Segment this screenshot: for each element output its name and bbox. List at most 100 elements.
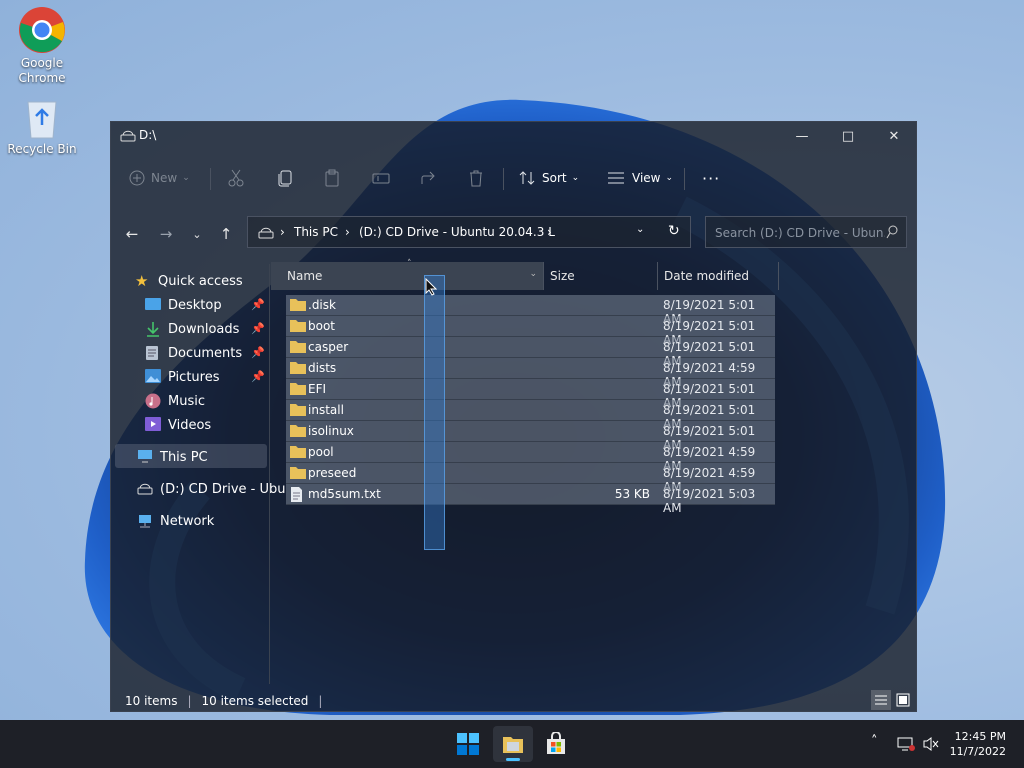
network-status-icon[interactable] bbox=[897, 736, 915, 755]
file-row[interactable]: preseed8/19/2021 4:59 AM bbox=[286, 463, 775, 494]
column-filter-chevron-icon[interactable]: ⌄ bbox=[529, 269, 537, 279]
address-bar[interactable]: › This PC › (D:) CD Drive - Ubuntu 20.04… bbox=[247, 216, 691, 248]
paste-button[interactable] bbox=[324, 164, 340, 192]
cut-button[interactable] bbox=[228, 164, 244, 192]
sidebar-item-videos[interactable]: Videos bbox=[145, 414, 211, 436]
microsoft-store-icon bbox=[547, 732, 565, 754]
folder-icon bbox=[290, 340, 306, 353]
up-arrow-icon[interactable]: ↑ bbox=[213, 222, 239, 246]
sidebar-item-network[interactable]: Network bbox=[137, 510, 214, 532]
start-button[interactable] bbox=[448, 726, 488, 762]
refresh-icon[interactable]: ↻ bbox=[668, 223, 680, 239]
sidebar-item-label: (D:) CD Drive - Ubu bbox=[160, 481, 286, 497]
active-indicator bbox=[506, 758, 520, 761]
share-icon bbox=[420, 170, 438, 186]
toolbar-divider bbox=[684, 168, 685, 190]
pane-splitter[interactable] bbox=[269, 264, 270, 684]
new-label: New bbox=[151, 171, 178, 185]
sort-arrows-icon bbox=[519, 170, 535, 186]
search-box[interactable]: Search (D:) CD Drive - Ubun... bbox=[705, 216, 907, 248]
minimize-button[interactable]: — bbox=[779, 122, 825, 150]
file-row[interactable]: boot8/19/2021 5:01 AM bbox=[286, 316, 775, 347]
file-name: .disk bbox=[308, 298, 336, 312]
title-bar[interactable]: D:\ — □ ✕ bbox=[111, 122, 916, 150]
breadcrumb-cd-drive[interactable]: (D:) CD Drive - Ubuntu 20.04.3 L bbox=[359, 225, 555, 239]
file-row[interactable]: md5sum.txt 53 KB 8/19/2021 5:03 AM bbox=[286, 484, 775, 515]
system-clock[interactable]: 12:45 PM 11/7/2022 bbox=[950, 729, 1006, 759]
folder-icon bbox=[290, 298, 306, 311]
pin-icon: 📌 bbox=[251, 346, 265, 359]
share-button[interactable] bbox=[420, 164, 438, 192]
sort-ascending-chevron-icon: ˄ bbox=[407, 259, 412, 269]
store-taskbar-button[interactable] bbox=[536, 726, 576, 762]
recent-locations-chevron-icon[interactable]: ⌄ bbox=[184, 222, 210, 246]
file-name: boot bbox=[308, 319, 336, 333]
desktop-icon-recycle-bin[interactable]: Recycle Bin bbox=[2, 96, 82, 157]
show-hidden-icons-chevron-icon[interactable]: ˄ bbox=[871, 734, 878, 749]
back-arrow-icon[interactable]: ← bbox=[119, 222, 145, 246]
video-icon bbox=[145, 417, 161, 433]
folder-icon bbox=[290, 445, 306, 458]
sort-button[interactable]: Sort ⌄ bbox=[519, 164, 579, 192]
computer-icon bbox=[137, 449, 153, 465]
file-row[interactable]: isolinux8/19/2021 5:01 AM bbox=[286, 421, 775, 452]
sidebar-item-this-pc[interactable]: This PC bbox=[137, 446, 208, 468]
forward-arrow-icon[interactable]: → bbox=[153, 222, 179, 246]
copy-button[interactable] bbox=[277, 164, 293, 192]
folder-icon bbox=[290, 403, 306, 416]
sidebar-item-music[interactable]: Music bbox=[145, 390, 205, 412]
file-row[interactable]: install8/19/2021 5:01 AM bbox=[286, 400, 775, 431]
file-name: pool bbox=[308, 445, 334, 459]
sidebar-item-downloads[interactable]: Downloads bbox=[145, 318, 239, 340]
sidebar-item-label: Downloads bbox=[168, 321, 240, 337]
file-row[interactable]: .disk8/19/2021 5:01 AM bbox=[286, 295, 775, 326]
delete-button[interactable] bbox=[468, 164, 484, 192]
maximize-button[interactable]: □ bbox=[825, 122, 871, 150]
desktop-icon-chrome[interactable]: Google Chrome bbox=[2, 6, 82, 86]
sidebar-item-quick-access[interactable]: ★ Quick access bbox=[135, 270, 243, 292]
breadcrumb-this-pc[interactable]: This PC bbox=[294, 225, 338, 239]
file-row[interactable]: casper8/19/2021 5:01 AM bbox=[286, 337, 775, 368]
file-explorer-taskbar-button[interactable] bbox=[493, 726, 533, 762]
navigation-pane: ★ Quick access Desktop 📌 Downloads 📌 Doc… bbox=[111, 264, 286, 684]
windows-logo-icon bbox=[457, 733, 479, 755]
file-name: casper bbox=[308, 340, 349, 354]
file-name: install bbox=[308, 403, 344, 417]
close-button[interactable]: ✕ bbox=[871, 122, 917, 150]
sidebar-item-cd-drive[interactable]: (D:) CD Drive - Ubu bbox=[137, 478, 286, 500]
file-name: md5sum.txt bbox=[308, 487, 381, 501]
sidebar-item-label: Desktop bbox=[168, 297, 222, 313]
file-row[interactable]: pool8/19/2021 4:59 AM bbox=[286, 442, 775, 473]
view-label: View bbox=[632, 171, 661, 185]
large-icons-view-button[interactable] bbox=[893, 690, 913, 710]
folder-icon bbox=[290, 466, 306, 479]
selected-count: 10 items selected bbox=[201, 694, 309, 708]
column-header-label: Name bbox=[287, 269, 323, 283]
desktop-icon-label: Google bbox=[20, 56, 64, 70]
column-drag-indicator bbox=[424, 275, 445, 550]
column-header-name[interactable]: Name ˄ ⌄ bbox=[271, 259, 543, 290]
file-row[interactable]: dists8/19/2021 4:59 AM bbox=[286, 358, 775, 389]
column-header-label: Date modified bbox=[664, 269, 750, 283]
search-icon bbox=[886, 225, 898, 242]
file-row[interactable]: EFI8/19/2021 5:01 AM bbox=[286, 379, 775, 410]
more-options-button[interactable]: ··· bbox=[702, 164, 720, 192]
breadcrumb-separator-icon: › bbox=[345, 225, 350, 239]
column-header-size[interactable]: Size bbox=[543, 262, 657, 290]
view-button[interactable]: View ⌄ bbox=[607, 164, 673, 192]
pin-icon: 📌 bbox=[251, 370, 265, 383]
sidebar-item-pictures[interactable]: Pictures bbox=[145, 366, 219, 388]
details-view-button[interactable] bbox=[871, 690, 891, 710]
volume-muted-icon[interactable] bbox=[923, 736, 939, 755]
desktop-folder-icon bbox=[145, 297, 161, 313]
sidebar-item-documents[interactable]: Documents bbox=[145, 342, 242, 364]
rename-button[interactable] bbox=[372, 164, 390, 192]
address-dropdown-chevron-icon[interactable]: ⌄ bbox=[636, 224, 644, 235]
sidebar-item-label: Network bbox=[160, 513, 215, 529]
toolbar-divider bbox=[210, 168, 211, 190]
column-header-date-modified[interactable]: Date modified bbox=[657, 262, 779, 290]
sidebar-item-label: This PC bbox=[160, 449, 208, 465]
sidebar-item-desktop[interactable]: Desktop bbox=[145, 294, 222, 316]
new-button[interactable]: New ⌄ bbox=[129, 164, 190, 192]
toolbar-divider bbox=[503, 168, 504, 190]
